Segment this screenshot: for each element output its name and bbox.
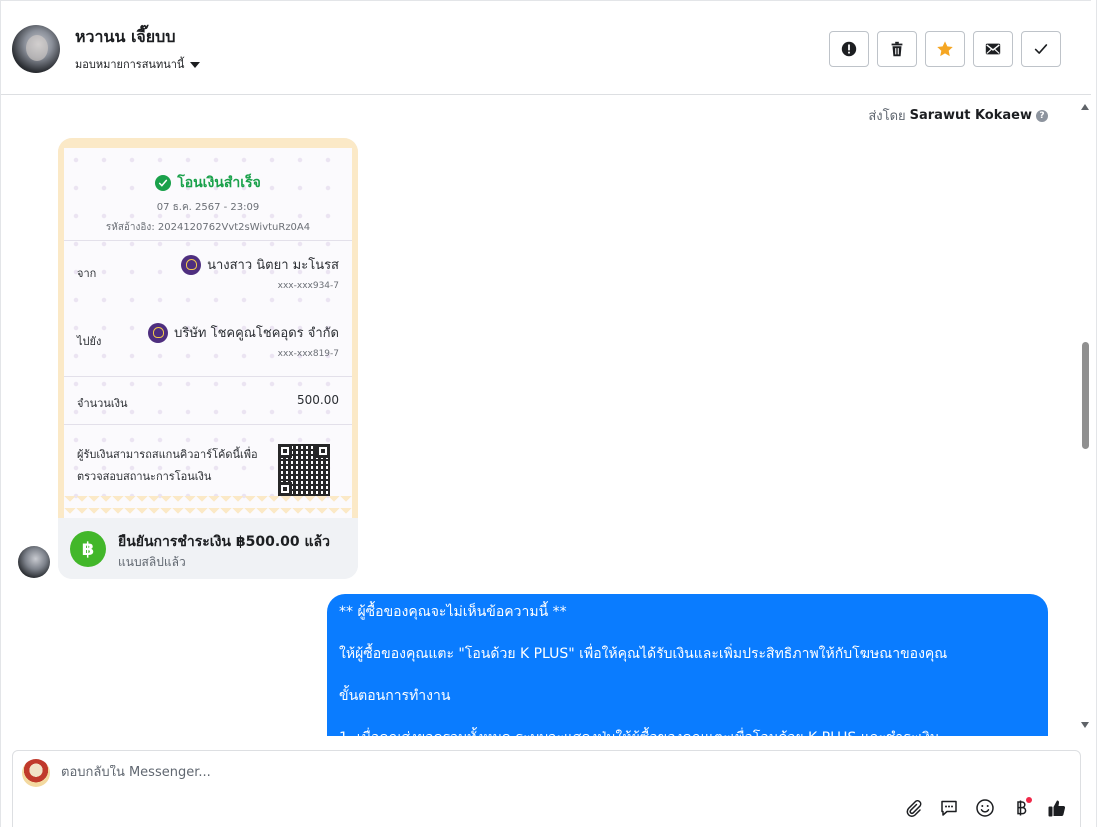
sender-avatar[interactable] xyxy=(18,546,50,578)
sender-party: นางสาว นิตยา มะโนรส xxx-xxx934-7 xyxy=(181,254,339,291)
reply-composer xyxy=(12,750,1081,827)
sent-by-name: Sarawut Kokaew xyxy=(909,108,1032,123)
baht-icon: ฿ xyxy=(70,531,106,567)
payment-confirmation-subtitle: แนบสลิปแล้ว xyxy=(118,555,186,569)
emoji-button[interactable] xyxy=(974,797,996,819)
slip-body: โอนเงินสำเร็จ 07 ธ.ค. 2567 - 23:09 รหัสอ… xyxy=(64,148,352,520)
sender-name: นางสาว นิตยา มะโนรส xyxy=(207,258,339,273)
smiley-icon xyxy=(976,799,994,817)
sent-by-label: ส่งโดย Sarawut Kokaew ? xyxy=(868,105,1048,126)
amount-value: 500.00 xyxy=(297,393,339,407)
transfer-reference: รหัสอ้างอิง: 2024120762Vvt2sWivtuRz0A4 xyxy=(105,222,311,233)
scroll-up-arrow[interactable] xyxy=(1081,104,1089,110)
from-label: จาก xyxy=(77,267,97,280)
notification-dot xyxy=(1026,797,1032,803)
trash-icon xyxy=(891,41,903,57)
follow-up-star-button[interactable] xyxy=(925,31,965,67)
assign-conversation-dropdown[interactable]: มอบหมายการสนทนานี้ xyxy=(75,55,201,73)
thumbs-up-icon xyxy=(1048,800,1066,817)
slip-divider xyxy=(64,424,352,425)
verification-qr-code xyxy=(278,444,330,496)
payment-slip-message[interactable]: โอนเงินสำเร็จ 07 ธ.ค. 2567 - 23:09 รหัสอ… xyxy=(58,138,358,579)
bank-logo-icon xyxy=(148,322,169,343)
slip-divider xyxy=(64,240,352,241)
to-label: ไปยัง xyxy=(77,335,102,348)
caret-down-icon xyxy=(190,61,201,68)
receiver-party: บริษัท โชคคูณโชคอุดร จำกัด xxx-xxx819-7 xyxy=(148,322,339,359)
star-icon xyxy=(937,41,953,57)
receiver-account: xxx-xxx819-7 xyxy=(277,349,339,359)
amount-label: จำนวนเงิน xyxy=(77,397,128,410)
transfer-status-text: โอนเงินสำเร็จ xyxy=(177,175,261,191)
payment-confirmation: ฿ ยืนยันการชำระเงิน ฿500.00 แล้ว แนบสลิป… xyxy=(58,518,358,579)
checkmark-icon xyxy=(1034,44,1048,54)
reply-input[interactable] xyxy=(61,765,661,780)
contact-name[interactable]: หวานน เจี๊ยบบ xyxy=(75,25,176,50)
saved-replies-button[interactable] xyxy=(938,797,960,819)
chat-bubble-icon xyxy=(941,800,957,816)
receiver-name: บริษัท โชคคูณโชคอุดร จำกัด xyxy=(174,326,339,341)
slip-divider xyxy=(64,376,352,377)
composer-tools xyxy=(902,797,1068,819)
sender-account: xxx-xxx934-7 xyxy=(277,281,339,291)
delete-button[interactable] xyxy=(877,31,917,67)
message-line: 1. เมื่อคุณส่งยอดรวมทั้งหมด ระบบจะแสดงปุ… xyxy=(339,728,1036,736)
envelope-icon xyxy=(985,43,1001,55)
qr-note: ผู้รับเงินสามารถสแกนคิวอาร์โค้ดนี้เพื่อต… xyxy=(77,448,258,483)
transfer-slip-image[interactable]: โอนเงินสำเร็จ 07 ธ.ค. 2567 - 23:09 รหัสอ… xyxy=(58,138,358,520)
sent-by-prefix: ส่งโดย xyxy=(868,109,906,124)
transfer-datetime: 07 ธ.ค. 2567 - 23:09 xyxy=(156,202,260,213)
payment-request-button[interactable] xyxy=(1010,797,1032,819)
help-icon[interactable]: ? xyxy=(1036,109,1048,122)
paperclip-icon xyxy=(906,800,922,817)
mark-unread-button[interactable] xyxy=(973,31,1013,67)
mark-spam-button[interactable] xyxy=(829,31,869,67)
page-avatar xyxy=(22,759,50,787)
contact-avatar[interactable] xyxy=(12,25,60,73)
scrollbar-thumb[interactable] xyxy=(1082,342,1089,449)
payment-confirmation-title: ยืนยันการชำระเงิน ฿500.00 แล้ว xyxy=(118,534,330,550)
message-thread[interactable]: ส่งโดย Sarawut Kokaew ? โอนเงินสำเร็จ 07… xyxy=(1,96,1079,736)
transfer-status: โอนเงินสำเร็จ xyxy=(64,172,352,194)
slip-zigzag-edge xyxy=(64,496,352,520)
inbox-conversation-panel: หวานน เจี๊ยบบ มอบหมายการสนทนานี้ ส่งโดย … xyxy=(0,0,1097,827)
bank-logo-icon xyxy=(181,254,202,275)
success-check-icon xyxy=(155,175,172,191)
conversation-header: หวานน เจี๊ยบบ มอบหมายการสนทนานี้ xyxy=(1,0,1091,95)
message-line: ให้ผู้ซื้อของคุณแตะ "โอนด้วย K PLUS" เพื… xyxy=(339,646,948,662)
exclamation-circle-icon xyxy=(841,41,857,57)
attach-button[interactable] xyxy=(902,797,924,819)
message-line: ขั้นตอนการทำงาน xyxy=(339,688,451,704)
message-line: ** ผู้ซื้อของคุณจะไม่เห็นข้อความนี้ ** xyxy=(339,604,567,620)
like-button[interactable] xyxy=(1046,797,1068,819)
mark-done-button[interactable] xyxy=(1021,31,1061,67)
assign-conversation-label: มอบหมายการสนทนานี้ xyxy=(75,58,185,71)
scroll-down-arrow[interactable] xyxy=(1081,722,1089,728)
header-actions xyxy=(829,31,1061,67)
outgoing-message-bubble[interactable]: ** ผู้ซื้อของคุณจะไม่เห็นข้อความนี้ ** ใ… xyxy=(327,594,1048,736)
